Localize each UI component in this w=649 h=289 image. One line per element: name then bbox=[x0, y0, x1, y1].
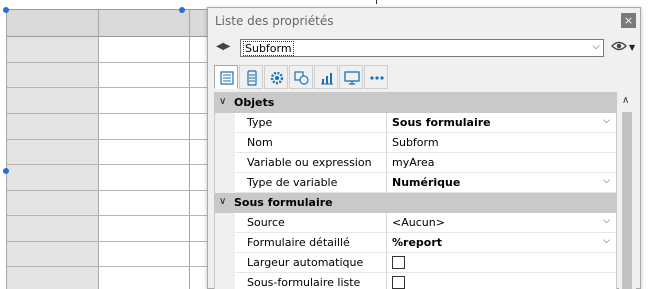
object-selector-dropdown[interactable]: Subform ⌵ bbox=[240, 39, 604, 57]
property-row-variable[interactable]: Variable ou expression myArea bbox=[215, 153, 616, 173]
property-name-text: Type bbox=[247, 116, 273, 129]
property-value-cell bbox=[387, 273, 616, 289]
tab-chart-icon[interactable] bbox=[314, 65, 338, 89]
property-name: Source bbox=[235, 213, 387, 233]
property-name: Type bbox=[235, 113, 387, 133]
view-menu-caret-icon[interactable]: ▼ bbox=[629, 43, 635, 52]
property-row-source[interactable]: Source <Aucun> ⌵ bbox=[215, 213, 616, 233]
subform-row-line bbox=[7, 164, 212, 165]
property-name: Largeur automatique bbox=[235, 253, 387, 273]
selection-handle[interactable] bbox=[3, 168, 9, 174]
tab-list-icon[interactable] bbox=[214, 65, 238, 89]
tab-monitor-icon[interactable] bbox=[339, 65, 363, 89]
property-value-text: Sous formulaire bbox=[392, 116, 491, 129]
row-gutter bbox=[215, 153, 235, 173]
property-value-dropdown[interactable]: <Aucun> ⌵ bbox=[387, 213, 616, 233]
subform-row-line bbox=[7, 139, 212, 140]
selection-handle[interactable] bbox=[3, 7, 9, 13]
row-gutter bbox=[215, 273, 235, 289]
chevron-down-icon[interactable]: ⌵ bbox=[603, 216, 610, 226]
canvas-guide-line bbox=[376, 0, 377, 4]
subform-row-line bbox=[7, 87, 212, 88]
chevron-down-icon: ⌵ bbox=[592, 41, 600, 52]
property-row-type[interactable]: Type Sous formulaire ⌵ bbox=[215, 113, 616, 133]
vertical-scrollbar[interactable]: ∧ bbox=[619, 92, 636, 289]
property-value-text: %report bbox=[392, 236, 443, 249]
property-name: Variable ou expression bbox=[235, 153, 387, 173]
property-name-text: Type de variable bbox=[247, 176, 338, 189]
property-tabs bbox=[214, 65, 388, 89]
tab-shapes-icon[interactable] bbox=[289, 65, 313, 89]
property-value-text: <Aucun> bbox=[392, 216, 445, 229]
subform-first-column bbox=[7, 37, 99, 289]
row-gutter bbox=[215, 113, 235, 133]
subform-column-divider bbox=[189, 9, 190, 289]
property-name: Formulaire détaillé bbox=[235, 233, 387, 253]
subform-row-line bbox=[7, 62, 212, 63]
property-list-window: Liste des propriétés × ◀▶ Subform ⌵ ▼ ∨ … bbox=[207, 7, 641, 289]
tab-more-icon[interactable] bbox=[364, 65, 388, 89]
section-header-objets[interactable]: ∨ Objets bbox=[215, 93, 616, 113]
property-list-titlebar[interactable]: Liste des propriétés × bbox=[208, 8, 640, 33]
chevron-down-icon: ∨ bbox=[219, 196, 227, 207]
chevron-down-icon: ∨ bbox=[219, 96, 227, 107]
property-name-text: Formulaire détaillé bbox=[247, 236, 350, 249]
property-name-text: Sous-formulaire liste bbox=[247, 276, 361, 289]
object-selector-value: Subform bbox=[243, 41, 294, 56]
subform-object[interactable] bbox=[6, 9, 212, 289]
property-value-dropdown[interactable]: Sous formulaire ⌵ bbox=[387, 113, 616, 133]
chevron-down-icon[interactable]: ⌵ bbox=[603, 236, 610, 246]
chevron-down-icon[interactable]: ⌵ bbox=[603, 116, 610, 126]
chevron-down-icon[interactable]: ⌵ bbox=[603, 176, 610, 186]
property-name-text: Source bbox=[247, 216, 285, 229]
property-value-text: Numérique bbox=[392, 176, 461, 189]
property-value-dropdown[interactable]: %report ⌵ bbox=[387, 233, 616, 253]
property-name-text: Variable ou expression bbox=[247, 156, 372, 169]
property-name: Nom bbox=[235, 133, 387, 153]
scrollbar-thumb[interactable] bbox=[622, 112, 632, 289]
row-gutter bbox=[215, 213, 235, 233]
property-value-field[interactable]: myArea bbox=[387, 153, 616, 173]
property-row-formulaire-detaille[interactable]: Formulaire détaillé %report ⌵ bbox=[215, 233, 616, 253]
property-value-field[interactable]: Subform bbox=[387, 133, 616, 153]
tab-database-icon[interactable] bbox=[239, 65, 263, 89]
row-gutter bbox=[215, 253, 235, 273]
scroll-up-arrow-icon[interactable]: ∧ bbox=[622, 95, 629, 106]
row-gutter bbox=[215, 233, 235, 253]
window-title: Liste des propriétés bbox=[215, 14, 334, 28]
property-row-type-de-variable[interactable]: Type de variable Numérique ⌵ bbox=[215, 173, 616, 193]
subform-header-row bbox=[7, 9, 212, 37]
section-label: Sous formulaire bbox=[234, 196, 333, 209]
section-header-sous-formulaire[interactable]: ∨ Sous formulaire bbox=[215, 193, 616, 213]
object-selector-row: ◀▶ Subform ⌵ ▼ bbox=[208, 38, 640, 60]
property-name: Sous-formulaire liste bbox=[235, 273, 387, 289]
checkbox[interactable] bbox=[392, 276, 405, 289]
property-row-largeur-automatique[interactable]: Largeur automatique bbox=[215, 253, 616, 273]
object-nav-arrows-icon[interactable]: ◀▶ bbox=[216, 41, 230, 52]
property-grid: ∨ Objets Type Sous formulaire ⌵ Nom Subfo… bbox=[214, 92, 617, 289]
property-name-text: Largeur automatique bbox=[247, 256, 364, 269]
checkbox[interactable] bbox=[392, 256, 405, 269]
property-value-text: Subform bbox=[392, 136, 439, 149]
property-row-nom[interactable]: Nom Subform bbox=[215, 133, 616, 153]
subform-row-line bbox=[7, 241, 212, 242]
subform-row-line bbox=[7, 113, 212, 114]
eye-icon[interactable] bbox=[611, 40, 627, 56]
subform-row-line bbox=[7, 215, 212, 216]
property-name: Type de variable bbox=[235, 173, 387, 193]
subform-row-line bbox=[7, 190, 212, 191]
property-value-dropdown[interactable]: Numérique ⌵ bbox=[387, 173, 616, 193]
property-name-text: Nom bbox=[247, 136, 273, 149]
tab-gear-icon[interactable] bbox=[264, 65, 288, 89]
close-button[interactable]: × bbox=[621, 13, 636, 28]
row-gutter bbox=[215, 133, 235, 153]
subform-row-line bbox=[7, 266, 212, 267]
section-label: Objets bbox=[234, 96, 275, 109]
property-row-sous-formulaire-liste[interactable]: Sous-formulaire liste bbox=[215, 273, 616, 289]
property-value-text: myArea bbox=[392, 156, 435, 169]
property-value-cell bbox=[387, 253, 616, 273]
subform-column-divider bbox=[98, 9, 99, 289]
row-gutter bbox=[215, 173, 235, 193]
selection-handle[interactable] bbox=[179, 7, 185, 13]
